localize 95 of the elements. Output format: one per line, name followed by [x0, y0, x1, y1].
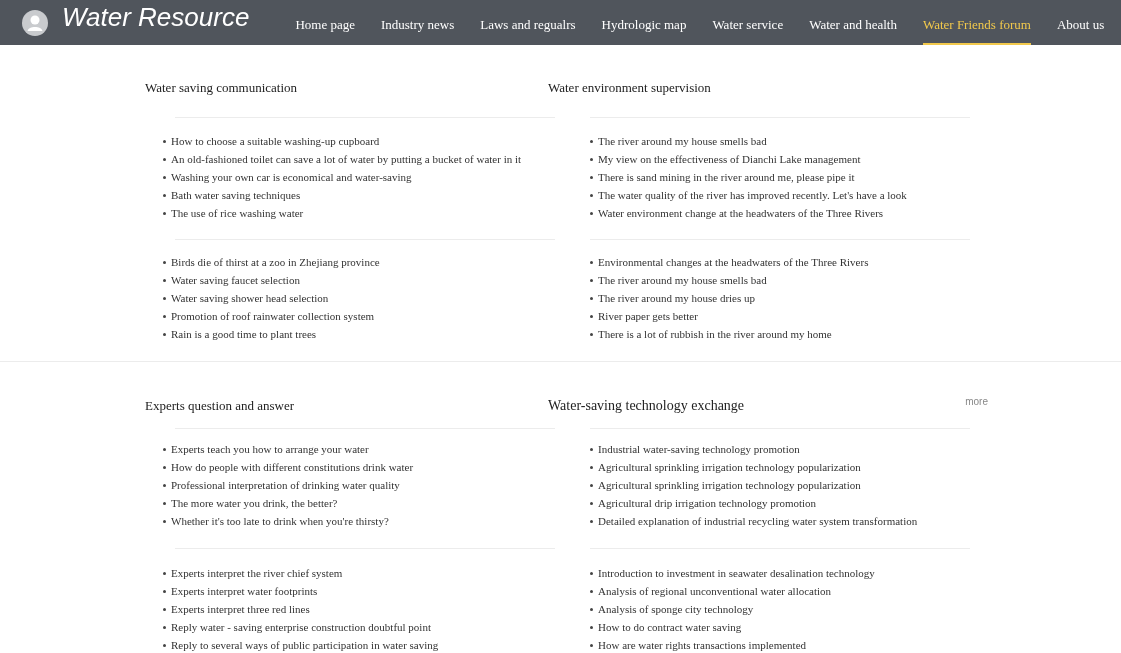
- topic-link[interactable]: Detailed explanation of industrial recycling water system transformation: [598, 515, 918, 527]
- topic-link[interactable]: The river around my house smells bad: [598, 274, 767, 286]
- nav-link[interactable]: Home page: [295, 0, 355, 45]
- bullet-icon: [590, 589, 593, 593]
- topic-link[interactable]: Rain is a good time to plant trees: [171, 328, 317, 340]
- bullet-icon: [163, 607, 166, 611]
- topic-link[interactable]: My view on the effectiveness of Dianchi Lake management: [598, 153, 861, 165]
- topic-link[interactable]: Reply water - saving enterprise construction doubtful point: [171, 621, 431, 633]
- nav-link[interactable]: Water Friends forum: [922, 0, 1031, 45]
- bullet-icon: [590, 519, 593, 523]
- topic-link[interactable]: Experts interpret three red lines: [171, 603, 310, 615]
- topic-link[interactable]: Industrial water-saving technology promotion: [598, 443, 800, 455]
- topic-link[interactable]: River paper gets better: [598, 310, 698, 322]
- topic-link[interactable]: How are water rights transactions implemented: [598, 639, 807, 651]
- topic-link[interactable]: Water environment change at the headwaters of the Three Rivers: [598, 207, 884, 219]
- topic-link[interactable]: How to choose a suitable washing-up cupboard: [171, 135, 380, 147]
- topic-link[interactable]: Experts interpret the river chief system: [171, 567, 343, 579]
- nav-link[interactable]: Water service: [712, 0, 784, 45]
- topic-link[interactable]: The water quality of the river has improved recently. Let's have a look: [598, 189, 907, 201]
- bullet-icon: [163, 465, 166, 469]
- bullet-icon: [590, 193, 593, 197]
- topic-link[interactable]: Environmental changes at the headwaters of the Three Rivers: [598, 256, 869, 268]
- section-title: Water saving communication: [145, 80, 298, 96]
- bullet-icon: [163, 519, 166, 523]
- bullet-icon: [163, 175, 166, 179]
- topic-link[interactable]: The more water you drink, the better?: [171, 497, 338, 509]
- topic-link[interactable]: How do people with different constitutions drink water: [171, 461, 414, 473]
- nav-link[interactable]: Water and health: [809, 0, 897, 45]
- topic-link[interactable]: There is sand mining in the river around me, please pipe it: [598, 171, 855, 183]
- bullet-icon: [590, 607, 593, 611]
- topic-link[interactable]: Introduction to investment in seawater desalination technology: [598, 567, 875, 579]
- topic-link[interactable]: Reply to several ways of public participation in water saving: [171, 639, 439, 651]
- topic-link[interactable]: Analysis of sponge city technology: [598, 603, 754, 615]
- bullet-icon: [590, 465, 593, 469]
- bullet-icon: [163, 501, 166, 505]
- topic-link[interactable]: Agricultural sprinkling irrigation technology popularization: [598, 461, 861, 473]
- topic-link[interactable]: Whether it's too late to drink when you're thirsty?: [171, 515, 389, 527]
- bullet-icon: [163, 278, 166, 282]
- section-title: Water-saving technology exchange: [548, 398, 745, 414]
- bullet-icon: [590, 501, 593, 505]
- topic-link[interactable]: How to do contract water saving: [598, 621, 742, 633]
- bullet-icon: [163, 193, 166, 197]
- bullet-icon: [163, 625, 166, 629]
- topic-link[interactable]: Professional interpretation of drinking water quality: [171, 479, 400, 491]
- bullet-icon: [590, 314, 593, 318]
- bullet-icon: [590, 260, 593, 264]
- bullet-icon: [590, 175, 593, 179]
- bullet-icon: [163, 139, 166, 143]
- topic-link[interactable]: The use of rice washing water: [171, 207, 304, 219]
- bullet-icon: [163, 260, 166, 264]
- topic-link[interactable]: Promotion of roof rainwater collection system: [171, 310, 375, 322]
- bullet-icon: [590, 296, 593, 300]
- topic-link[interactable]: Experts interpret water footprints: [171, 585, 318, 597]
- topic-link[interactable]: Water saving shower head selection: [171, 292, 329, 304]
- topic-link[interactable]: Bath water saving techniques: [171, 189, 301, 201]
- bullet-icon: [163, 571, 166, 575]
- bullet-icon: [163, 447, 166, 451]
- bullet-icon: [590, 278, 593, 282]
- topic-link[interactable]: Washing your own car is economical and water-saving: [171, 171, 412, 183]
- bullet-icon: [163, 314, 166, 318]
- nav-link[interactable]: About us: [1056, 0, 1105, 45]
- nav-link[interactable]: Industry news: [380, 0, 455, 45]
- section-title: Experts question and answer: [145, 398, 295, 414]
- topic-link[interactable]: The river around my house smells bad: [598, 135, 767, 147]
- topic-link[interactable]: An old-fashioned toilet can save a lot of water by putting a bucket of water in it: [171, 153, 522, 165]
- bullet-icon: [163, 157, 166, 161]
- bullet-icon: [163, 332, 166, 336]
- bullet-icon: [590, 157, 593, 161]
- bullet-icon: [163, 589, 166, 593]
- bullet-icon: [590, 571, 593, 575]
- topic-link[interactable]: Agricultural sprinkling irrigation technology popularization: [598, 479, 861, 491]
- topic-link[interactable]: The river around my house dries up: [598, 292, 755, 304]
- bullet-icon: [590, 139, 593, 143]
- bullet-icon: [590, 625, 593, 629]
- bullet-icon: [590, 643, 593, 647]
- topic-link[interactable]: Water saving faucet selection: [171, 274, 300, 286]
- bullet-icon: [590, 211, 593, 215]
- user-avatar-icon[interactable]: [22, 9, 48, 36]
- bullet-icon: [590, 483, 593, 487]
- more-link[interactable]: more: [965, 395, 988, 407]
- nav-link[interactable]: Hydrologic map: [601, 0, 687, 45]
- topic-link[interactable]: Birds die of thirst at a zoo in Zhejiang province: [171, 256, 380, 268]
- bullet-icon: [590, 332, 593, 336]
- topic-link[interactable]: Agricultural drip irrigation technology promotion: [598, 497, 817, 509]
- bullet-icon: [163, 483, 166, 487]
- site-title: Water Resource: [62, 2, 250, 33]
- nav-link[interactable]: Laws and regualrs: [480, 0, 576, 45]
- section-title: Water environment supervision: [548, 80, 711, 96]
- bullet-icon: [163, 643, 166, 647]
- topic-link[interactable]: Analysis of regional unconventional water allocation: [598, 585, 832, 597]
- bullet-icon: [163, 211, 166, 215]
- bullet-icon: [590, 447, 593, 451]
- topic-link[interactable]: There is a lot of rubbish in the river around my home: [598, 328, 832, 340]
- bullet-icon: [163, 296, 166, 300]
- topic-link[interactable]: Experts teach you how to arrange your water: [171, 443, 369, 455]
